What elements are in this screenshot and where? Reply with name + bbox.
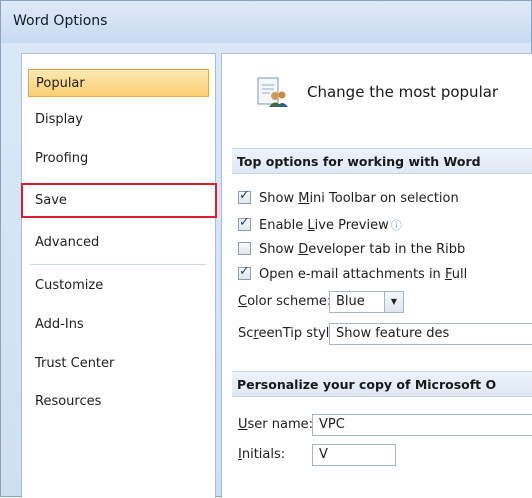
sidebar-divider [30, 264, 206, 265]
option-label: Show [259, 191, 299, 206]
option-label-accelerator: L [307, 218, 315, 233]
main-content: Change the most popular Top options for … [221, 53, 532, 498]
option-label: Open e-mail attachments in [259, 267, 445, 282]
screentip-style-label: ScreenTip style: [238, 326, 342, 341]
sidebar: Popular Display Proofing Save Advanced C… [21, 53, 216, 498]
options-header-icon [257, 77, 288, 107]
checkbox-developer-tab[interactable] [238, 242, 251, 255]
option-label: ive Preview [314, 218, 389, 233]
option-label-accelerator: D [298, 242, 309, 257]
checkbox-live-preview[interactable]: ✓ [238, 215, 251, 231]
option-label: Enable [259, 218, 308, 233]
color-scheme-label: Color scheme: [238, 294, 331, 309]
screentip-style-select[interactable]: Show feature des [329, 323, 532, 345]
save-highlight-box [21, 183, 217, 218]
page-header-text: Change the most popular [307, 83, 499, 101]
checkbox-mini-toolbar[interactable]: ✓ [238, 188, 251, 204]
option-label: ini Toolbar on selection [309, 191, 459, 206]
checkbox-email-attachments[interactable]: ✓ [238, 264, 251, 280]
word-options-dialog: Word Options Popular Display Proofing Sa… [0, 0, 532, 498]
label-text: nitials: [241, 447, 286, 462]
label-text: olor scheme: [247, 294, 332, 309]
info-icon[interactable]: ⓘ [391, 219, 402, 232]
checkmark-icon: ✓ [239, 264, 250, 279]
sidebar-item-add-ins[interactable]: Add-Ins [28, 311, 209, 339]
option-label-accelerator: M [298, 191, 310, 206]
label-accelerator: C [238, 294, 248, 309]
option-email-attachments[interactable]: ✓ Open e-mail attachments in Full [238, 264, 468, 287]
sidebar-item-display[interactable]: Display [28, 106, 209, 134]
option-label: Show [259, 242, 299, 257]
option-label: eveloper tab in the Ribb [308, 242, 466, 257]
sidebar-item-resources[interactable]: Resources [28, 388, 209, 416]
initials-input[interactable]: V [312, 444, 396, 466]
option-mini-toolbar[interactable]: ✓ Show Mini Toolbar on selection [238, 188, 459, 211]
option-label-accelerator: F [444, 267, 452, 282]
option-live-preview[interactable]: ✓ Enable Live Preview ⓘ [238, 215, 402, 237]
section-personalize: Personalize your copy of Microsoft O [232, 371, 532, 397]
sidebar-item-trust-center[interactable]: Trust Center [28, 350, 209, 378]
user-name-input[interactable]: VPC [312, 414, 532, 436]
label-accelerator: U [238, 417, 248, 432]
sidebar-item-popular[interactable]: Popular [28, 69, 209, 97]
option-label: ull [451, 267, 468, 282]
user-name-label: User name: [238, 417, 313, 432]
option-developer-tab[interactable]: Show Developer tab in the Ribb [238, 242, 465, 262]
color-scheme-select[interactable]: Blue [329, 291, 385, 313]
sidebar-item-proofing[interactable]: Proofing [28, 145, 209, 173]
checkmark-icon: ✓ [239, 215, 250, 230]
window-title: Word Options [13, 13, 108, 29]
section-top-options: Top options for working with Word [232, 148, 532, 174]
initials-label: Initials: [238, 447, 285, 462]
title-bar: Word Options [1, 1, 531, 43]
checkmark-icon: ✓ [239, 188, 250, 203]
sidebar-item-customize[interactable]: Customize [28, 272, 209, 300]
label-text: ser name: [247, 417, 314, 432]
sidebar-item-advanced[interactable]: Advanced [28, 229, 209, 257]
chevron-down-icon[interactable]: ▼ [384, 291, 404, 313]
label-text: Sc [238, 326, 254, 341]
